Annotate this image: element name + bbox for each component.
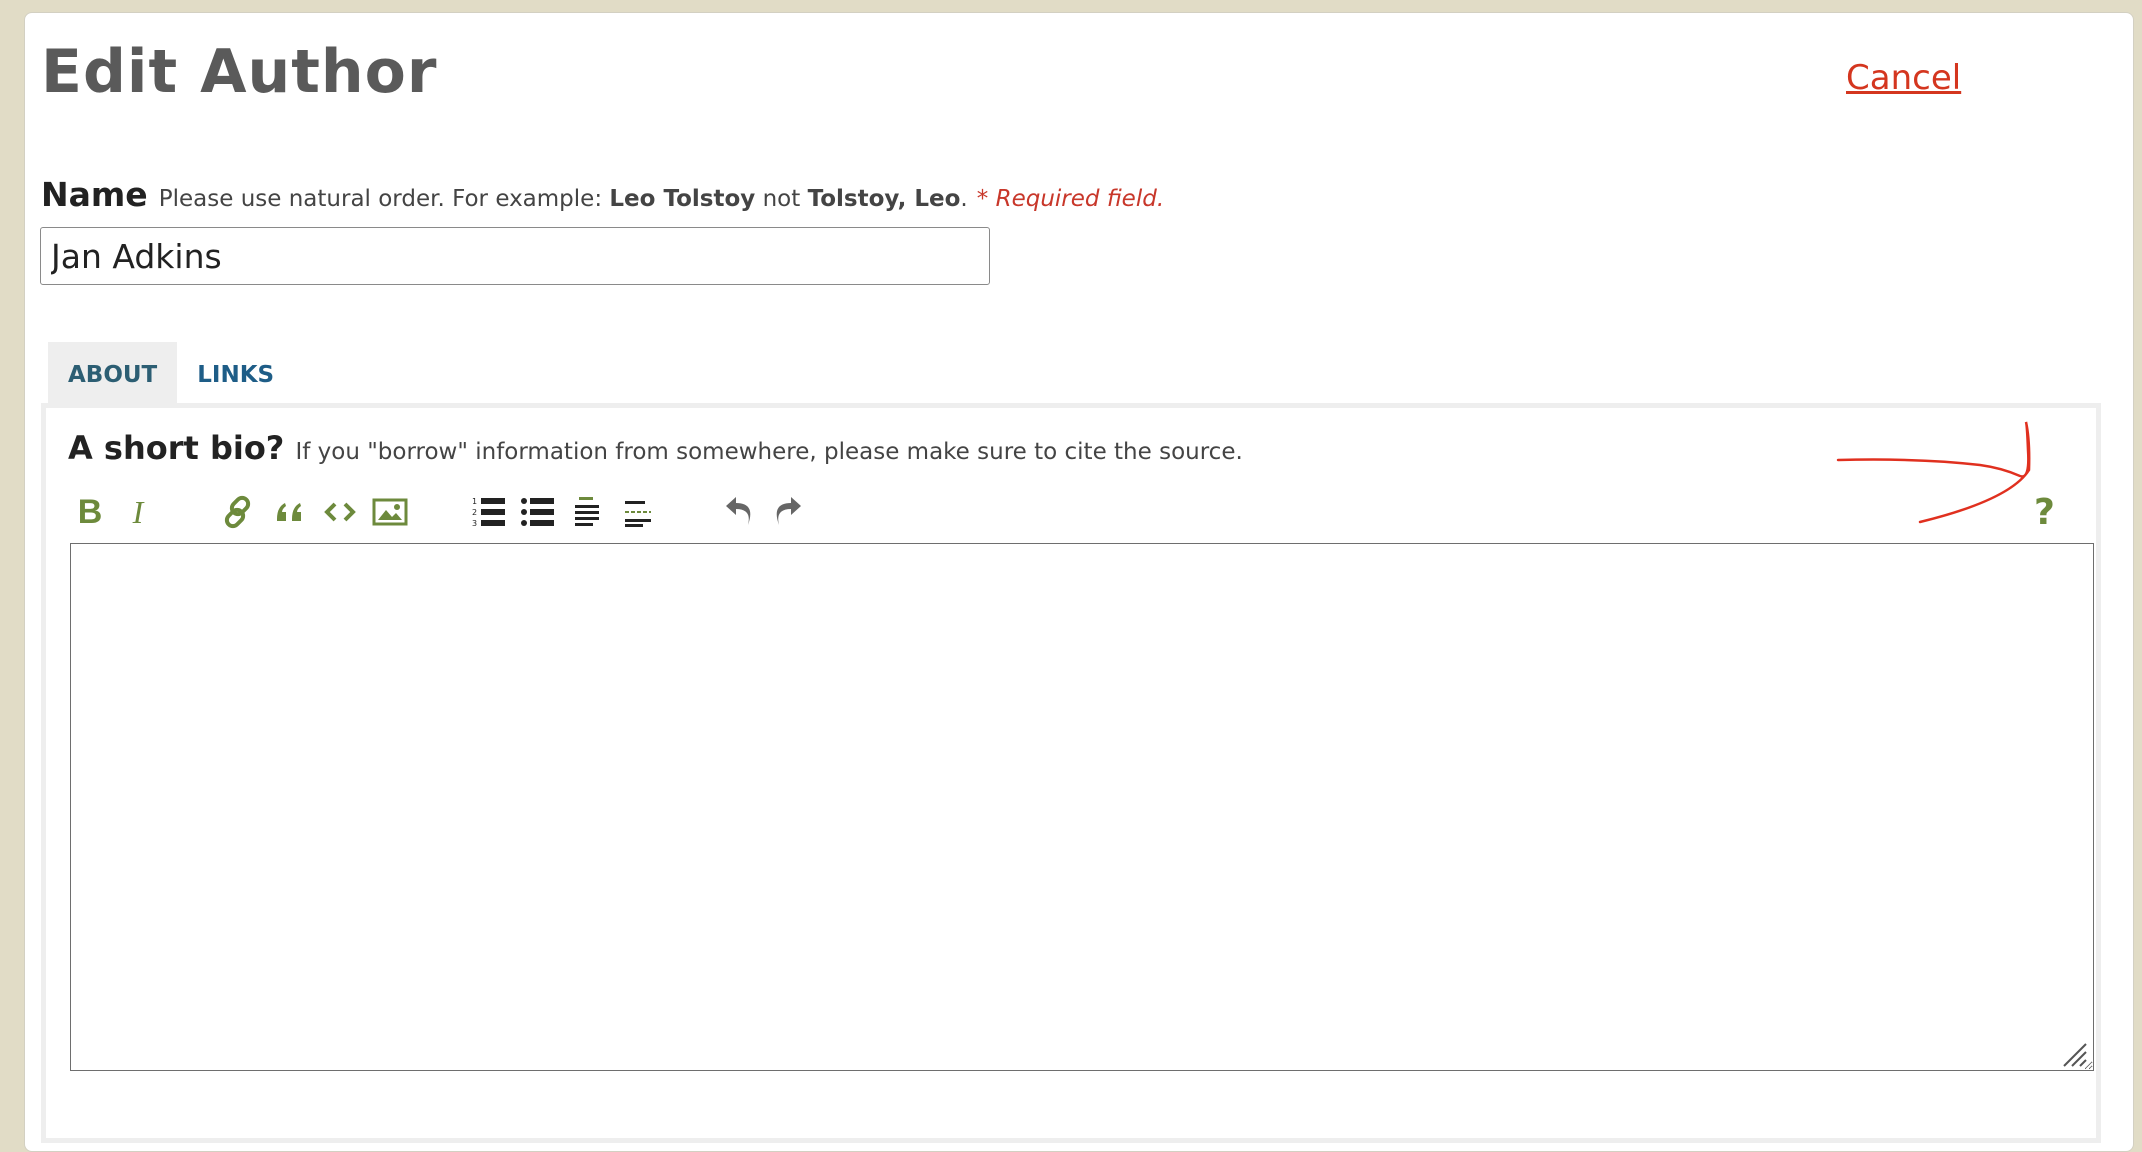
required-field-note: * Required field. <box>976 186 1165 212</box>
link-button[interactable] <box>217 490 261 534</box>
bulleted-list-button[interactable] <box>516 490 560 534</box>
name-hint: Please use natural order. For example: L… <box>159 186 968 212</box>
redo-icon <box>776 497 801 525</box>
undo-button[interactable] <box>717 490 761 534</box>
svg-text:2: 2 <box>472 508 477 517</box>
bio-label: A short bio? <box>68 429 285 467</box>
code-button[interactable] <box>318 490 362 534</box>
numbered-list-button[interactable]: 1 2 3 <box>467 490 511 534</box>
bio-field-header: A short bio? If you "borrow" information… <box>68 432 1243 464</box>
image-icon <box>372 498 408 526</box>
name-label: Name <box>41 175 148 214</box>
help-button[interactable]: ? <box>2034 492 2055 533</box>
name-hint-suffix: . <box>960 186 968 212</box>
horizontal-rule-icon <box>625 501 651 527</box>
name-hint-prefix: Please use natural order. For example: <box>158 186 603 212</box>
name-hint-example-good: Leo Tolstoy <box>609 186 756 212</box>
bio-hint: If you "borrow" information from somewhe… <box>295 439 1243 465</box>
tab-bar: ABOUT LINKS <box>48 342 294 408</box>
bold-button[interactable]: B <box>68 490 112 534</box>
svg-text:1: 1 <box>472 497 477 506</box>
page-title: Edit Author <box>41 37 438 107</box>
image-button[interactable] <box>368 490 412 534</box>
italic-icon: I <box>132 493 144 530</box>
bold-icon: B <box>77 492 103 531</box>
cancel-link[interactable]: Cancel <box>1846 58 1961 98</box>
bio-editor[interactable] <box>70 543 2094 1071</box>
redo-button[interactable] <box>766 490 810 534</box>
undo-icon <box>726 497 751 525</box>
bulleted-list-icon <box>521 498 554 526</box>
tab-links[interactable]: LINKS <box>177 342 294 408</box>
link-icon <box>224 495 251 529</box>
code-icon <box>324 502 356 522</box>
numbered-list-icon: 1 2 3 <box>472 497 505 528</box>
name-input[interactable] <box>40 227 990 285</box>
quote-button[interactable] <box>268 490 312 534</box>
name-field-header: Name Please use natural order. For examp… <box>41 178 1164 211</box>
horizontal-rule-button[interactable] <box>616 490 660 534</box>
tab-about[interactable]: ABOUT <box>48 342 178 408</box>
resize-handle-icon[interactable] <box>2060 1040 2088 1068</box>
heading-button[interactable] <box>566 490 610 534</box>
heading-icon <box>575 497 599 526</box>
name-hint-middle: not <box>762 186 801 212</box>
help-icon: ? <box>2034 492 2055 533</box>
quote-icon <box>277 503 301 521</box>
svg-text:3: 3 <box>472 519 477 528</box>
italic-button[interactable]: I <box>116 490 160 534</box>
name-hint-example-bad: Tolstoy, Leo <box>807 186 961 212</box>
